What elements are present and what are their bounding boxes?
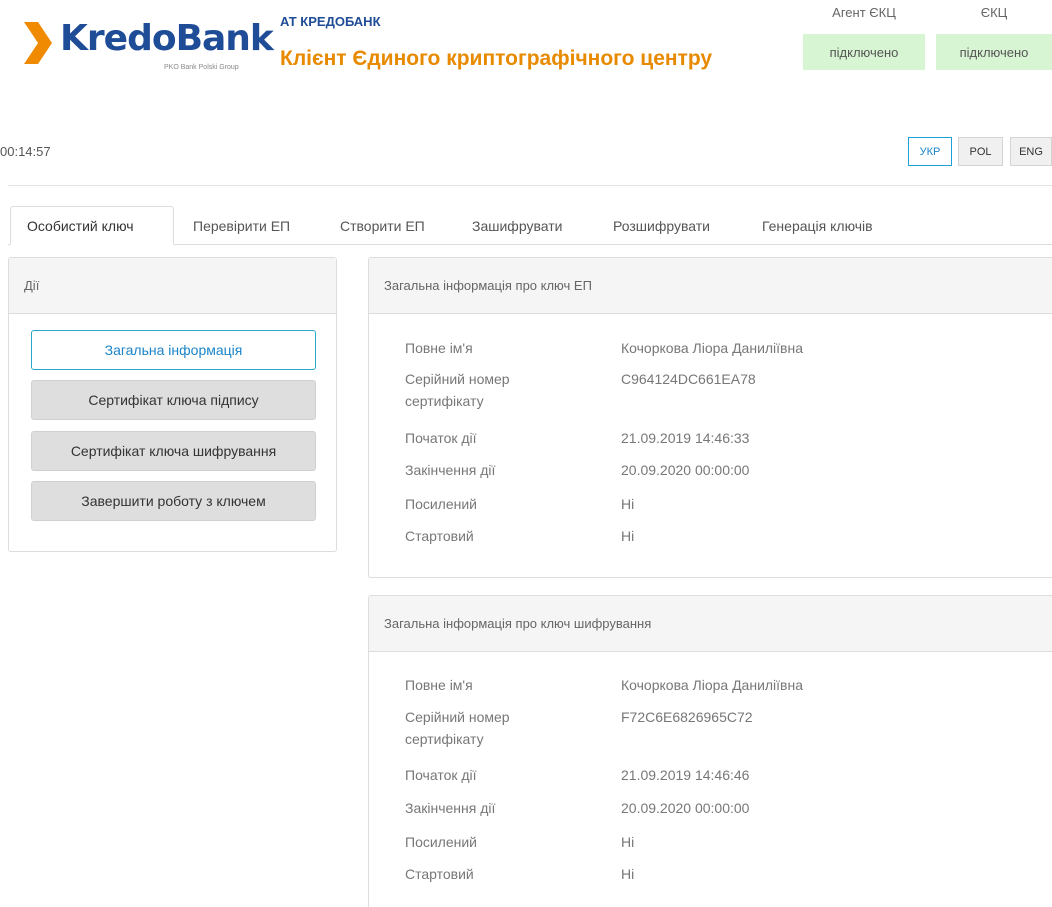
info-value: 21.09.2019 14:46:33: [621, 430, 750, 446]
header-divider: [8, 185, 1052, 186]
sign-key-panel: Загальна інформація про ключ ЕП Повне ім…: [368, 257, 1052, 578]
info-value: 21.09.2019 14:46:46: [621, 767, 750, 783]
info-value: Ні: [621, 834, 635, 850]
lang-button-pol[interactable]: POL: [958, 137, 1003, 166]
info-label: Стартовий: [405, 866, 474, 882]
agent-status-label: Агент ЄКЦ: [832, 5, 896, 20]
info-value: Кочоркова Ліора Даниліївна: [621, 677, 804, 693]
lang-button-ukr[interactable]: УКР: [908, 137, 952, 166]
tab-key-generation[interactable]: Генерація ключів: [746, 206, 889, 245]
info-value: 20.09.2020 00:00:00: [621, 800, 750, 816]
tab-encrypt[interactable]: Зашифрувати: [456, 206, 578, 245]
actions-panel-title: Дії: [9, 258, 336, 314]
chevron-right-icon: [24, 22, 52, 64]
info-value: C964124DC661EA78: [621, 371, 756, 387]
sign-key-panel-title: Загальна інформація про ключ ЕП: [369, 258, 1052, 314]
info-label: Серійний номер сертифікату: [405, 709, 510, 747]
bank-logo: KredoBank PKO Bank Polski Group: [22, 14, 274, 74]
signing-cert-button[interactable]: Сертифікат ключа підпису: [31, 380, 316, 420]
info-label: Серійний номер сертифікату: [405, 371, 510, 409]
info-value: Ні: [621, 866, 635, 882]
info-label: Стартовий: [405, 528, 474, 544]
tab-verify-signature[interactable]: Перевірити ЕП: [177, 206, 306, 245]
session-timer: 00:14:57: [0, 144, 51, 159]
info-value: Ні: [621, 496, 635, 512]
page-title: Клієнт Єдиного криптографічного центру: [280, 47, 713, 70]
agent-status-badge: підключено: [803, 34, 925, 70]
info-label: Повне ім'я: [405, 677, 473, 693]
info-label: Закінчення дії: [405, 800, 496, 816]
tab-create-signature[interactable]: Створити ЕП: [324, 206, 441, 245]
tab-decrypt[interactable]: Розшифрувати: [597, 206, 726, 245]
info-value: 20.09.2020 00:00:00: [621, 462, 750, 478]
encryption-cert-button[interactable]: Сертифікат ключа шифрування: [31, 431, 316, 471]
info-label: Посилений: [405, 496, 477, 512]
info-label: Початок дії: [405, 767, 477, 783]
lang-button-eng[interactable]: ENG: [1010, 137, 1052, 166]
info-label: Посилений: [405, 834, 477, 850]
info-value: Кочоркова Ліора Даниліївна: [621, 340, 804, 356]
bank-name: АТ КРЕДОБАНК: [280, 14, 381, 29]
finish-key-session-button[interactable]: Завершити роботу з ключем: [31, 481, 316, 521]
logo-wordmark: KredoBank: [60, 18, 274, 59]
ekc-status-badge: підключено: [936, 34, 1052, 70]
general-info-button[interactable]: Загальна інформація: [31, 330, 316, 370]
info-label: Закінчення дії: [405, 462, 496, 478]
actions-panel: Дії Загальна інформація Сертифікат ключа…: [8, 257, 337, 552]
tab-private-key[interactable]: Особистий ключ: [10, 206, 174, 245]
enc-key-panel-title: Загальна інформація про ключ шифрування: [369, 596, 1052, 652]
ekc-status-label: ЄКЦ: [980, 5, 1008, 20]
info-label: Початок дії: [405, 430, 477, 446]
info-label: Повне ім'я: [405, 340, 473, 356]
logo-subtext: PKO Bank Polski Group: [164, 64, 239, 71]
info-value: Ні: [621, 528, 635, 544]
enc-key-panel: Загальна інформація про ключ шифрування …: [368, 595, 1052, 907]
info-value: F72C6E6826965C72: [621, 709, 753, 725]
